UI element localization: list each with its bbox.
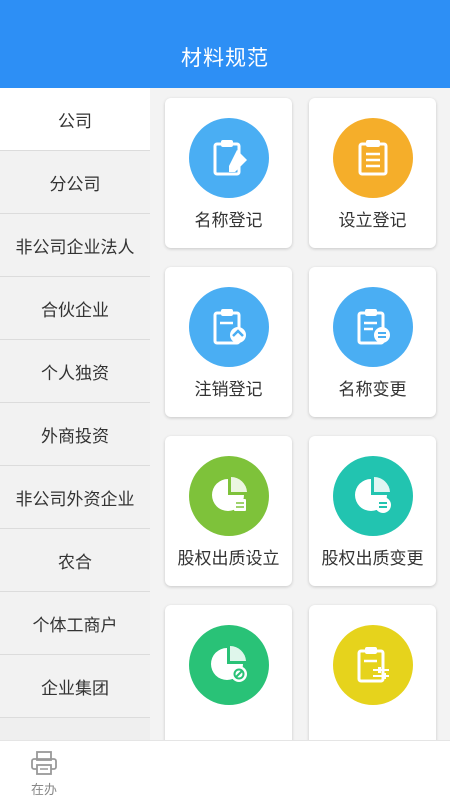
sidebar-item-cooperative[interactable]: 农合: [0, 529, 150, 592]
bottom-tab-bar: 在办: [0, 740, 450, 800]
card-establishment-registration[interactable]: 设立登记: [309, 98, 436, 248]
card-label: 股权出质变更: [321, 549, 424, 569]
category-sidebar: 公司 分公司 非公司企业法人 合伙企业 个人独资 外商投资 非公司外资企业 农合…: [0, 88, 150, 740]
printer-icon: [31, 751, 57, 775]
card-label: 股权出质设立: [177, 549, 280, 569]
sidebar-item-company[interactable]: 公司: [0, 88, 150, 151]
sidebar-item-noncompany-foreign[interactable]: 非公司外资企业: [0, 466, 150, 529]
card-label: 设立登记: [338, 211, 407, 231]
sidebar-item-enterprise-group[interactable]: 企业集团: [0, 655, 150, 718]
tab-in-progress[interactable]: 在办: [14, 745, 74, 798]
clipboard-list-icon: [333, 118, 413, 198]
clipboard-sliders-icon: [333, 625, 413, 705]
header: 材料规范: [0, 0, 450, 88]
clipboard-cancel-icon: [189, 287, 269, 367]
clipboard-exchange-icon: [333, 287, 413, 367]
sidebar-item-sole-proprietorship[interactable]: 个人独资: [0, 340, 150, 403]
card-label: 名称变更: [338, 380, 407, 400]
card-equity-pledge-cancel[interactable]: [165, 605, 292, 740]
card-name-registration[interactable]: 名称登记: [165, 98, 292, 248]
card-clipboard-settings[interactable]: [309, 605, 436, 740]
card-label: 名称登记: [194, 211, 263, 231]
pie-chart-exchange-icon: [333, 456, 413, 536]
tab-label: 在办: [30, 783, 57, 798]
card-deregistration[interactable]: 注销登记: [165, 267, 292, 417]
pie-chart-doc-icon: [189, 456, 269, 536]
sidebar-item-individual-business[interactable]: 个体工商户: [0, 592, 150, 655]
pie-chart-cancel-icon: [189, 625, 269, 705]
page-title: 材料规范: [181, 46, 269, 70]
service-grid: 名称登记 设立登记 注销登记 名称变更 股权出质设立 股权出质变更: [150, 88, 450, 740]
card-label: 注销登记: [194, 380, 263, 400]
clipboard-pen-icon: [189, 118, 269, 198]
card-equity-pledge-change[interactable]: 股权出质变更: [309, 436, 436, 586]
card-equity-pledge-establish[interactable]: 股权出质设立: [165, 436, 292, 586]
card-name-change[interactable]: 名称变更: [309, 267, 436, 417]
app: 材料规范 公司 分公司 非公司企业法人 合伙企业 个人独资 外商投资 非公司外资…: [0, 0, 450, 800]
sidebar-item-foreign-investment[interactable]: 外商投资: [0, 403, 150, 466]
sidebar-item-partnership[interactable]: 合伙企业: [0, 277, 150, 340]
sidebar-item-noncompany-legal[interactable]: 非公司企业法人: [0, 214, 150, 277]
sidebar-item-branch[interactable]: 分公司: [0, 151, 150, 214]
